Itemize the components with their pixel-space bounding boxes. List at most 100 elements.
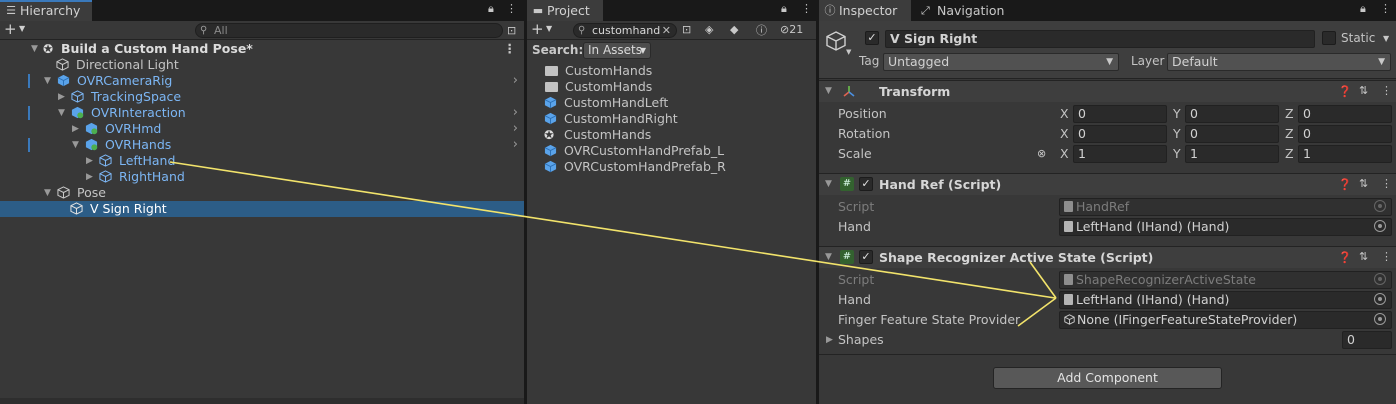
- hierarchy-item-righthand[interactable]: ▶ RightHand: [86, 169, 185, 185]
- filter-by-label-icon[interactable]: ◆: [730, 23, 738, 36]
- hierarchy-item-ovrhands[interactable]: ▼ OVRHands ›: [72, 137, 524, 153]
- position-z-field[interactable]: 0: [1298, 105, 1392, 123]
- scene-row[interactable]: ▼ ✪ Build a Custom Hand Pose* ⋮: [0, 41, 524, 57]
- hidden-packages-icon[interactable]: ⊘21: [780, 23, 803, 36]
- menu-dots-icon[interactable]: ⋮: [801, 2, 812, 15]
- help-icon[interactable]: ❓: [1338, 178, 1352, 191]
- static-dropdown-icon[interactable]: ▼: [1383, 34, 1389, 43]
- add-component-button[interactable]: Add Component: [993, 367, 1222, 389]
- active-checkbox[interactable]: ✓: [865, 31, 879, 45]
- presets-icon[interactable]: ⇅: [1359, 177, 1368, 190]
- hand-ref-header[interactable]: ▼ # ✓ Hand Ref (Script) ❓ ⇅ ⋮: [819, 173, 1396, 195]
- component-menu-icon[interactable]: ⋮: [1381, 177, 1392, 190]
- expand-down-icon[interactable]: ▼: [44, 73, 51, 89]
- expand-down-icon[interactable]: ▼: [44, 185, 51, 201]
- scene-menu-icon[interactable]: ⋮: [504, 41, 517, 57]
- warning-filter-icon[interactable]: ⓘ: [756, 22, 767, 38]
- clear-search-icon[interactable]: ✕: [662, 24, 671, 37]
- expand-right-icon[interactable]: ▶: [86, 153, 93, 169]
- project-item-customhandright[interactable]: CustomHandRight: [544, 111, 678, 127]
- tab-project[interactable]: ▬ Project: [527, 0, 603, 21]
- shape-hand-field[interactable]: LeftHand (IHand) (Hand): [1059, 291, 1392, 309]
- search-scope-in-assets[interactable]: In Assets ▼: [583, 42, 651, 59]
- help-icon[interactable]: ❓: [1338, 85, 1352, 98]
- hierarchy-item-v-sign-right[interactable]: V Sign Right: [70, 201, 167, 217]
- shapes-count-field[interactable]: 0: [1342, 331, 1392, 349]
- hierarchy-item-lefthand[interactable]: ▶ LeftHand: [86, 153, 175, 169]
- position-y-field[interactable]: 0: [1185, 105, 1279, 123]
- menu-dots-icon[interactable]: ⋮: [506, 2, 517, 15]
- expand-down-icon[interactable]: ▼: [825, 179, 832, 189]
- scale-y-field[interactable]: 1: [1185, 145, 1279, 163]
- expand-down-icon[interactable]: ▼: [825, 252, 832, 262]
- position-x-field[interactable]: 0: [1073, 105, 1167, 123]
- shape-recognizer-header[interactable]: ▼ # ✓ Shape Recognizer Active State (Scr…: [819, 246, 1396, 268]
- expand-down-icon[interactable]: ▼: [825, 86, 832, 96]
- component-menu-icon[interactable]: ⋮: [1381, 250, 1392, 263]
- hand-ref-enabled-checkbox[interactable]: ✓: [859, 177, 873, 191]
- icon-dropdown-arrow-icon[interactable]: ▼: [846, 48, 851, 56]
- help-icon[interactable]: ❓: [1338, 251, 1352, 264]
- filter-by-type-icon[interactable]: ◈: [705, 23, 713, 36]
- project-search-input[interactable]: ⚲ customhand ✕: [573, 23, 677, 38]
- hierarchy-item-ovrcamerarig[interactable]: ▼ OVRCameraRig ›: [44, 73, 524, 89]
- add-dropdown-icon[interactable]: ▼: [19, 24, 25, 33]
- presets-icon[interactable]: ⇅: [1359, 250, 1368, 263]
- rotation-z-field[interactable]: 0: [1298, 125, 1392, 143]
- chevron-right-icon[interactable]: ›: [513, 137, 518, 153]
- shape-recognizer-enabled-checkbox[interactable]: ✓: [859, 250, 873, 264]
- search-by-type-icon[interactable]: ⊡: [682, 23, 691, 36]
- scale-z-field[interactable]: 1: [1298, 145, 1392, 163]
- hierarchy-item-ovrhmd[interactable]: ▶ OVRHmd ›: [72, 121, 524, 137]
- add-dropdown-icon[interactable]: ▼: [546, 24, 552, 33]
- expand-down-icon[interactable]: ▼: [58, 105, 65, 121]
- chevron-right-icon[interactable]: ›: [513, 121, 518, 137]
- hierarchy-item-ovrinteraction[interactable]: ▼ OVRInteraction ›: [58, 105, 524, 121]
- panel-divider[interactable]: [816, 0, 819, 404]
- project-item-customhands-folder-2[interactable]: CustomHands: [545, 79, 652, 95]
- expand-right-icon[interactable]: ▶: [826, 335, 833, 345]
- project-item-customhands-folder[interactable]: CustomHands: [545, 63, 652, 79]
- lock-icon[interactable]: 🔒︎: [1360, 2, 1366, 16]
- object-picker-icon[interactable]: [1374, 220, 1386, 232]
- object-picker-icon[interactable]: [1374, 293, 1386, 305]
- menu-dots-icon[interactable]: ⋮: [1380, 2, 1391, 15]
- hierarchy-item-pose[interactable]: ▼ Pose: [44, 185, 106, 201]
- lock-icon[interactable]: 🔒︎: [488, 2, 494, 16]
- hierarchy-search-input[interactable]: ⚲ All: [195, 23, 503, 38]
- tab-inspector[interactable]: ⓘ Inspector: [819, 0, 911, 21]
- expand-right-icon[interactable]: ▶: [58, 89, 65, 105]
- tab-navigation[interactable]: ⤢ Navigation: [917, 0, 1004, 21]
- search-options-icon[interactable]: ⊡: [507, 24, 516, 37]
- component-menu-icon[interactable]: ⋮: [1381, 84, 1392, 97]
- expand-down-icon[interactable]: ▼: [72, 137, 79, 153]
- project-item-ovrcustomhandprefab-l[interactable]: OVRCustomHandPrefab_L: [544, 143, 724, 159]
- project-item-customhands-scene[interactable]: ✪ CustomHands: [544, 127, 651, 143]
- hierarchy-bottom-scrollbar[interactable]: [0, 398, 524, 404]
- expand-right-icon[interactable]: ▶: [86, 169, 93, 185]
- static-checkbox[interactable]: [1322, 31, 1336, 45]
- scale-x-field[interactable]: 1: [1073, 145, 1167, 163]
- tag-dropdown[interactable]: Untagged ▼: [883, 53, 1119, 71]
- finger-feature-field[interactable]: None (IFingerFeatureStateProvider): [1059, 311, 1392, 329]
- project-item-ovrcustomhandprefab-r[interactable]: OVRCustomHandPrefab_R: [544, 159, 726, 175]
- object-picker-icon[interactable]: [1374, 313, 1386, 325]
- rotation-x-field[interactable]: 0: [1073, 125, 1167, 143]
- layer-dropdown[interactable]: Default ▼: [1167, 53, 1391, 71]
- hierarchy-item-directional-light[interactable]: Directional Light: [56, 57, 179, 73]
- chevron-right-icon[interactable]: ›: [513, 105, 518, 121]
- tab-hierarchy[interactable]: ☰ Hierarchy: [0, 0, 92, 21]
- constrain-proportions-icon[interactable]: ⊗: [1037, 147, 1046, 160]
- rotation-y-field[interactable]: 0: [1185, 125, 1279, 143]
- gameobject-large-cube-icon[interactable]: [825, 30, 847, 52]
- expand-right-icon[interactable]: ▶: [72, 121, 79, 137]
- presets-icon[interactable]: ⇅: [1359, 84, 1368, 97]
- transform-header[interactable]: ▼ Transform ❓ ⇅ ⋮: [819, 80, 1396, 102]
- lock-icon[interactable]: 🔒︎: [781, 2, 787, 16]
- add-plus-icon[interactable]: +: [531, 20, 544, 38]
- expand-down-icon[interactable]: ▼: [31, 41, 38, 57]
- object-name-input[interactable]: V Sign Right: [885, 30, 1315, 48]
- project-item-customhandleft[interactable]: CustomHandLeft: [544, 95, 668, 111]
- hierarchy-item-trackingspace[interactable]: ▶ TrackingSpace: [58, 89, 181, 105]
- hand-ref-hand-field[interactable]: LeftHand (IHand) (Hand): [1059, 218, 1392, 236]
